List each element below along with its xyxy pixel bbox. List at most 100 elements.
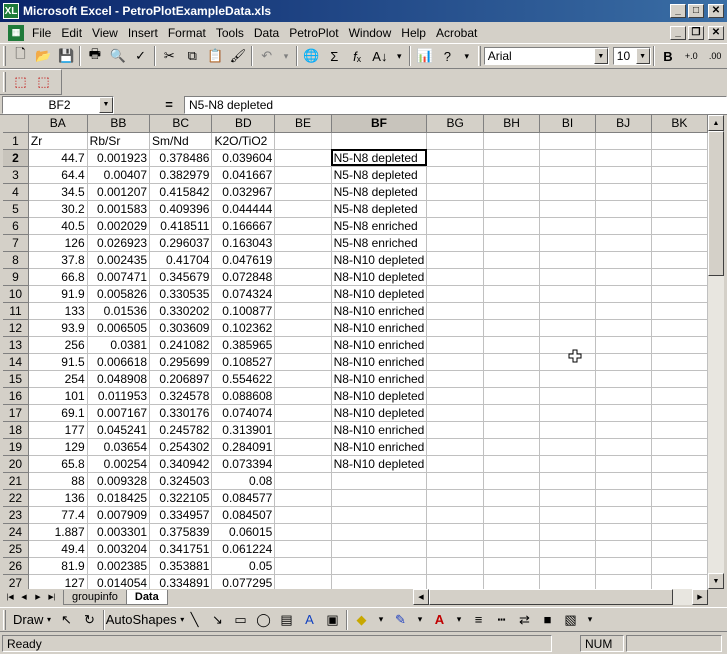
- cell[interactable]: 0.074324: [211, 285, 276, 303]
- cell[interactable]: [595, 200, 652, 218]
- cell[interactable]: [651, 540, 708, 558]
- cell[interactable]: [595, 387, 652, 405]
- cell[interactable]: N8-N10 enriched: [331, 370, 428, 388]
- first-sheet-icon[interactable]: |◀: [3, 590, 17, 604]
- cell[interactable]: 136: [28, 489, 88, 507]
- cell[interactable]: N8-N10 depleted: [331, 387, 428, 405]
- row-header[interactable]: 22: [3, 489, 29, 507]
- cell[interactable]: [651, 251, 708, 269]
- cell[interactable]: [483, 523, 541, 541]
- cell[interactable]: [539, 370, 596, 388]
- cell[interactable]: 0.102362: [211, 319, 276, 337]
- cell[interactable]: 1.887: [28, 523, 88, 541]
- menu-window[interactable]: Window: [344, 26, 397, 40]
- row-header[interactable]: 11: [3, 302, 29, 320]
- cell[interactable]: [483, 506, 541, 524]
- cell[interactable]: [595, 506, 652, 524]
- cell[interactable]: [539, 166, 596, 184]
- cell[interactable]: 254: [28, 370, 88, 388]
- undo-icon[interactable]: ↶: [255, 45, 278, 67]
- cell[interactable]: 0.005826: [87, 285, 151, 303]
- cell[interactable]: 0.05: [211, 557, 276, 575]
- cell[interactable]: [539, 183, 596, 201]
- row-header[interactable]: 23: [3, 506, 29, 524]
- cell[interactable]: [274, 455, 332, 473]
- row-header[interactable]: 15: [3, 370, 29, 388]
- chevron-down-icon[interactable]: ▼: [635, 48, 650, 64]
- cell[interactable]: [595, 285, 652, 303]
- cell[interactable]: 0.163043: [211, 234, 276, 252]
- cell[interactable]: 0.002435: [87, 251, 151, 269]
- cell[interactable]: [539, 302, 596, 320]
- cell[interactable]: [483, 404, 541, 422]
- cell[interactable]: 0.241082: [149, 336, 213, 354]
- cell[interactable]: 129: [28, 438, 88, 456]
- cell[interactable]: 65.8: [28, 455, 88, 473]
- font-color-dropdown-icon[interactable]: ▾: [451, 609, 467, 631]
- cell[interactable]: 0.007471: [87, 268, 151, 286]
- cell[interactable]: 0.100877: [211, 302, 276, 320]
- cell[interactable]: [651, 200, 708, 218]
- fill-color-dropdown-icon[interactable]: ▾: [373, 609, 389, 631]
- cell[interactable]: [331, 574, 428, 589]
- cell[interactable]: [331, 523, 428, 541]
- cell[interactable]: 0.011953: [87, 387, 151, 405]
- cell[interactable]: N8-N10 enriched: [331, 302, 428, 320]
- cell[interactable]: [274, 319, 332, 337]
- row-header[interactable]: 12: [3, 319, 29, 337]
- column-header-selected[interactable]: BF: [331, 115, 428, 133]
- cell[interactable]: 0.334957: [149, 506, 213, 524]
- row-header[interactable]: 27: [3, 574, 29, 589]
- cell[interactable]: 0.003301: [87, 523, 151, 541]
- font-size-select[interactable]: 10 ▼: [612, 47, 651, 65]
- cell[interactable]: 0.322105: [149, 489, 213, 507]
- cell[interactable]: [595, 132, 652, 150]
- cell[interactable]: 0.044444: [211, 200, 276, 218]
- cell[interactable]: [483, 217, 541, 235]
- cell[interactable]: [331, 472, 428, 490]
- menu-help[interactable]: Help: [396, 26, 431, 40]
- convert-and-email-icon[interactable]: ⬚: [32, 71, 55, 93]
- cell[interactable]: 88: [28, 472, 88, 490]
- cell[interactable]: [274, 472, 332, 490]
- toolbar-grip[interactable]: [3, 46, 6, 66]
- cell[interactable]: 0.554622: [211, 370, 276, 388]
- cell[interactable]: [274, 183, 332, 201]
- cell[interactable]: [274, 285, 332, 303]
- cell[interactable]: [595, 302, 652, 320]
- cell[interactable]: [426, 183, 484, 201]
- chart-wizard-icon[interactable]: 📊: [413, 45, 436, 67]
- clip-art-icon[interactable]: ▣: [321, 609, 344, 631]
- cell[interactable]: [651, 183, 708, 201]
- cell[interactable]: 37.8: [28, 251, 88, 269]
- cell[interactable]: 0.330202: [149, 302, 213, 320]
- cell[interactable]: 93.9: [28, 319, 88, 337]
- cell[interactable]: [426, 217, 484, 235]
- cell[interactable]: [539, 234, 596, 252]
- cell[interactable]: [274, 251, 332, 269]
- row-header[interactable]: 16: [3, 387, 29, 405]
- cell[interactable]: [274, 302, 332, 320]
- cell[interactable]: [483, 200, 541, 218]
- scroll-right-icon[interactable]: ▶: [692, 589, 708, 605]
- cell[interactable]: [595, 353, 652, 371]
- font-color-icon[interactable]: A: [428, 609, 451, 631]
- spelling-icon[interactable]: ✓: [129, 45, 152, 67]
- cell[interactable]: N8-N10 depleted: [331, 404, 428, 422]
- paste-icon[interactable]: 📋: [204, 45, 227, 67]
- cell[interactable]: 0.001207: [87, 183, 151, 201]
- print-preview-icon[interactable]: 🔍: [106, 45, 129, 67]
- cell[interactable]: [426, 574, 484, 589]
- cell[interactable]: [483, 285, 541, 303]
- cell[interactable]: [651, 523, 708, 541]
- oval-icon[interactable]: ◯: [252, 609, 275, 631]
- cell[interactable]: 0.007167: [87, 404, 151, 422]
- cell[interactable]: 0.324503: [149, 472, 213, 490]
- cell[interactable]: [539, 523, 596, 541]
- cell[interactable]: 66.8: [28, 268, 88, 286]
- cell[interactable]: [274, 336, 332, 354]
- cell[interactable]: [483, 251, 541, 269]
- cell[interactable]: 0.313901: [211, 421, 276, 439]
- cell[interactable]: N8-N10 depleted: [331, 268, 428, 286]
- cell[interactable]: 126: [28, 234, 88, 252]
